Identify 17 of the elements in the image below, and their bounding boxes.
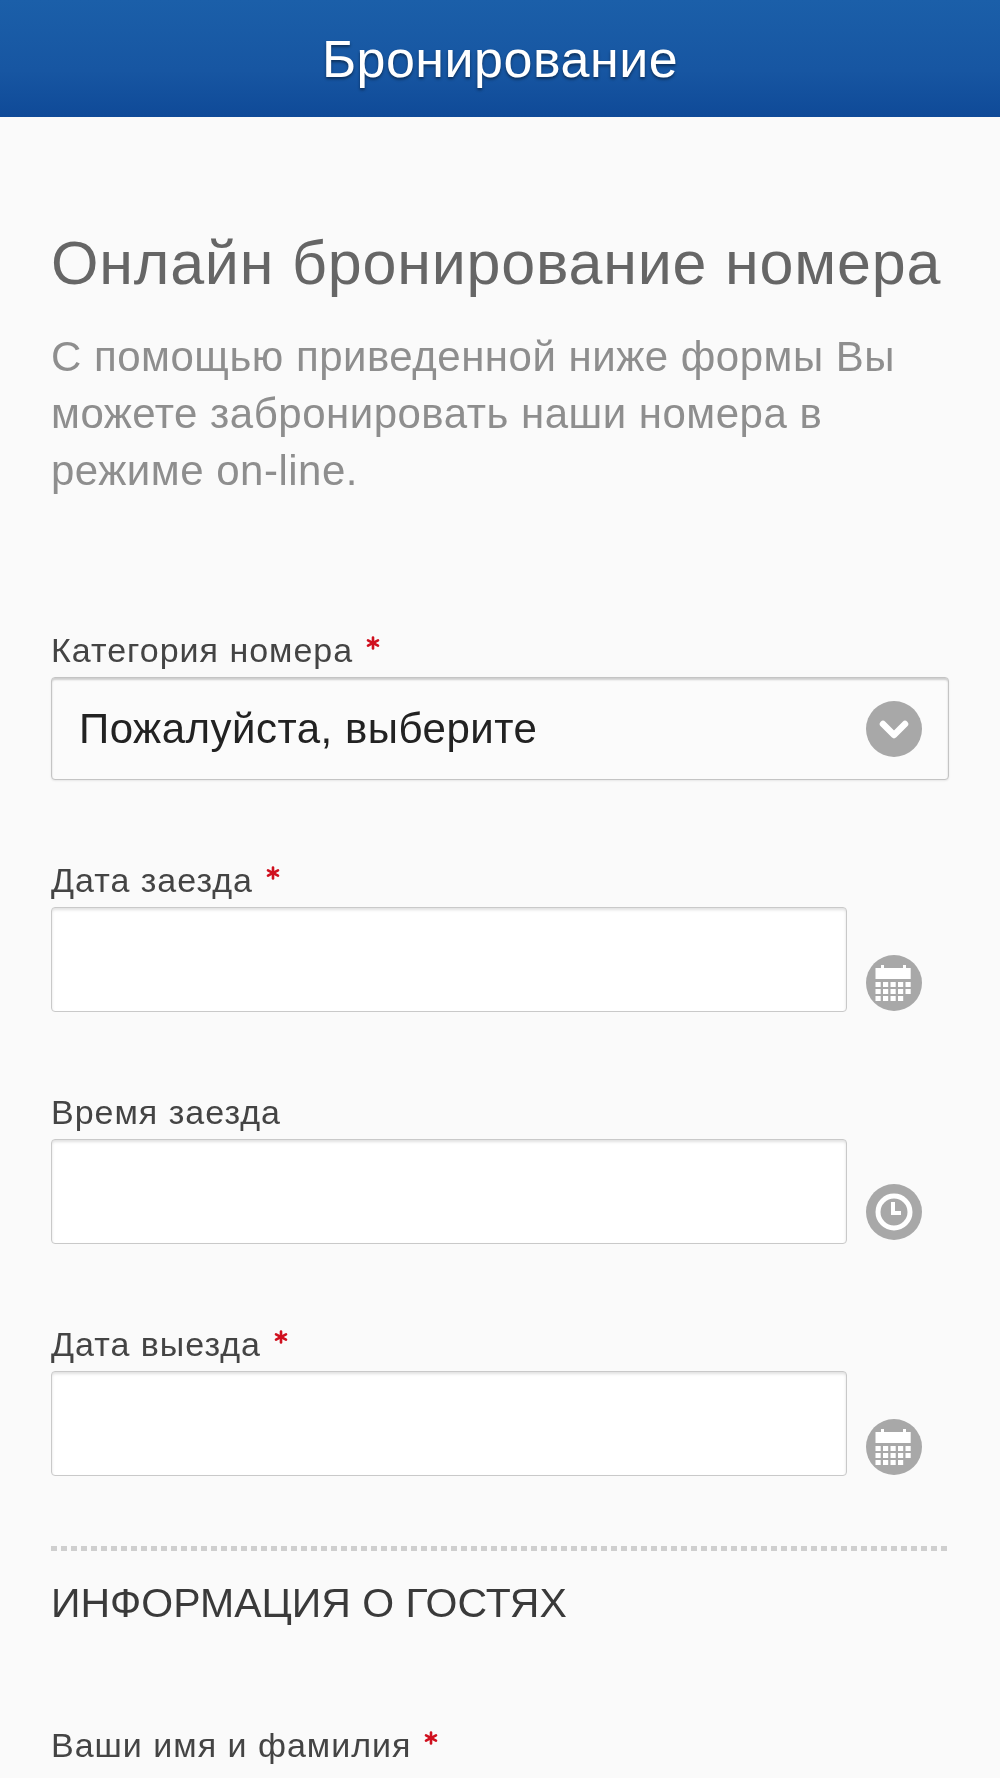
input-field[interactable]: [51, 1139, 847, 1244]
calendar-icon[interactable]: [866, 955, 922, 1011]
page-heading: Онлайн бронирование номера: [51, 228, 943, 299]
calendar-icon[interactable]: [866, 1419, 922, 1475]
clock-icon[interactable]: [866, 1184, 922, 1240]
field-label: Дата заезда: [51, 860, 253, 900]
field-label: Категория номера: [51, 630, 354, 670]
input-field[interactable]: [51, 1371, 847, 1476]
input-field[interactable]: [51, 907, 847, 1012]
field-label: Дата выезда: [51, 1324, 261, 1364]
select-field[interactable]: Пожалуйста, выберите: [51, 677, 949, 780]
field-label: Время заезда: [51, 1092, 281, 1132]
chevron-down-icon[interactable]: [866, 700, 922, 757]
header-title: Бронирование: [321, 28, 679, 89]
section-heading: ИНФОРМАЦИЯ О ГОСТЯХ: [51, 1579, 568, 1627]
intro-text: С помощью приведенной ниже формы Вы можете забронировать наши номера в режиме on-line.: [51, 332, 896, 496]
field-label: Ваши имя и фамилия: [51, 1725, 412, 1765]
